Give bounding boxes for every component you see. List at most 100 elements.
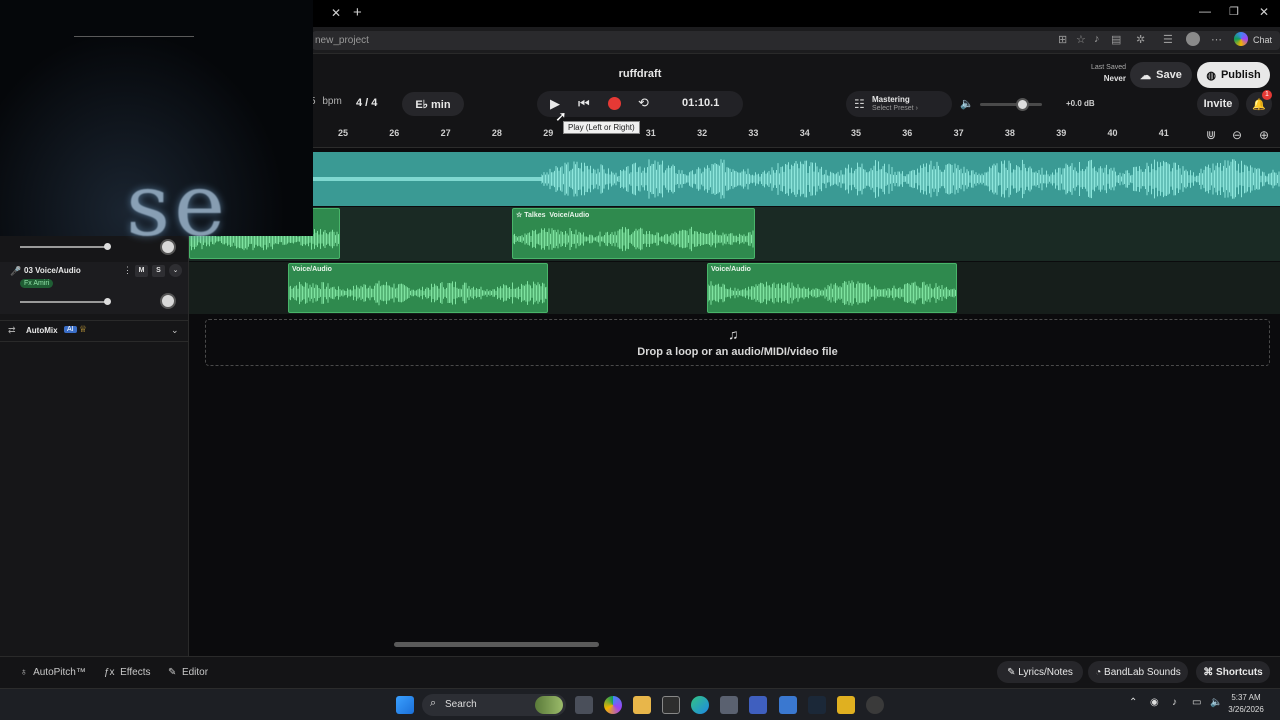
master-volume-slider[interactable] — [980, 98, 1042, 111]
app-icon[interactable]: ⊞ — [1058, 33, 1067, 46]
more-icon[interactable]: ⋯ — [1211, 33, 1222, 46]
shortcuts-button[interactable]: ⌘ Shortcuts — [1196, 661, 1270, 683]
url-field[interactable]: new_project — [312, 31, 1280, 50]
task-view-icon[interactable] — [575, 696, 593, 714]
app-icon[interactable] — [662, 696, 680, 714]
edge-icon[interactable] — [691, 696, 709, 714]
drop-zone-text: Drop a loop or an audio/MIDI/video file — [637, 346, 838, 358]
bottom-toolbar: ♁ AutoPitch™ ƒx Effects ✎ Editor ✎ Lyric… — [0, 656, 1280, 688]
skip-back-button[interactable]: ⏮ — [578, 96, 590, 112]
new-tab-icon[interactable]: + — [353, 4, 362, 21]
fx-badge[interactable]: Fx Amiri — [20, 279, 54, 288]
ruler-bar-number: 37 — [953, 128, 964, 138]
record-button[interactable] — [608, 97, 621, 110]
track-menu-icon[interactable]: ⋮ — [123, 265, 132, 276]
speaker-icon[interactable]: 🔈 — [1210, 697, 1222, 708]
effects-button[interactable]: ƒx Effects — [104, 667, 151, 678]
timeline-ruler[interactable]: 25 26 27 28 29 31 32 33 34 35 36 37 38 39 40 41 ⋓ ⊖ ⊕ — [313, 124, 1280, 148]
clip-label: Voice/Audio — [292, 266, 332, 273]
taskbar-search[interactable]: ⌕ Search — [422, 694, 566, 716]
ruler-bar-number: 36 — [902, 128, 913, 138]
bandlab-sounds-button[interactable]: ◔ BandLab Sounds — [1088, 661, 1188, 683]
track-header-03[interactable]: 🎤 03 Voice/Audio ⋮ M S ⌄ Fx Amiri — [0, 262, 188, 314]
autopitch-icon: ♁ — [20, 667, 28, 678]
chevron-down-icon[interactable]: ⌄ — [169, 264, 182, 277]
copilot-taskbar-icon[interactable] — [604, 696, 622, 714]
file-explorer-icon[interactable] — [633, 696, 651, 714]
chevron-down-icon[interactable]: ⌄ — [171, 325, 179, 336]
store-icon[interactable] — [720, 696, 738, 714]
windows-start-icon[interactable] — [396, 696, 414, 714]
tray-app-icon[interactable]: ◉ — [1150, 697, 1159, 708]
autopitch-button[interactable]: ♁ AutoPitch™ — [20, 667, 86, 678]
app-icon[interactable] — [749, 696, 767, 714]
pan-knob[interactable] — [160, 293, 176, 309]
clip-label: Voice/Audio — [549, 212, 590, 219]
track-lane-1-audio[interactable] — [313, 152, 1280, 206]
bandlab-sounds-label: BandLab Sounds — [1104, 666, 1181, 678]
clock-date[interactable]: 3/26/2026 — [1226, 705, 1266, 714]
search-label: Search — [445, 699, 477, 710]
volume-db: +0.0 dB — [1066, 99, 1095, 108]
clip-waveform — [708, 280, 956, 306]
clock-time[interactable]: 5:37 AM — [1226, 693, 1266, 702]
profile-avatar[interactable] — [1186, 32, 1200, 46]
fx-icon: ƒx — [104, 667, 115, 678]
copilot-icon[interactable] — [1234, 32, 1248, 46]
extensions-icon[interactable]: ✲ — [1136, 33, 1145, 46]
mail-icon[interactable] — [779, 696, 797, 714]
windows-taskbar: ⌕ Search ⌃ ◉ ♪ ▭ 🔈 5:37 AM 3/26/2026 — [0, 688, 1280, 720]
horizontal-scrollbar[interactable] — [394, 642, 599, 647]
loop-button[interactable]: ⟲ — [638, 95, 649, 111]
tempo-display[interactable]: 5 bpm — [310, 96, 342, 107]
volume-thumb[interactable] — [1016, 98, 1029, 111]
close-tab-icon[interactable]: ✕ — [331, 6, 341, 20]
speaker-mute-icon[interactable]: 🔈 — [960, 97, 974, 110]
favorites-icon[interactable]: ☰ — [1163, 33, 1173, 46]
save-button[interactable]: ☁ Save — [1130, 62, 1192, 88]
audio-clip[interactable]: Voice/Audio — [288, 263, 548, 313]
solo-button[interactable]: S — [152, 265, 165, 277]
snap-magnet-icon[interactable]: ⋓ — [1206, 128, 1216, 142]
takes-clip[interactable]: ☆ Talkes Voice/Audio — [512, 208, 755, 259]
tray-mic-icon[interactable]: ♪ — [1172, 697, 1177, 708]
track-volume-thumb[interactable] — [104, 298, 111, 305]
display-icon[interactable]: ▭ — [1192, 697, 1201, 708]
lyrics-notes-button[interactable]: ✎ Lyrics/Notes — [997, 661, 1083, 683]
track-name[interactable]: 03 Voice/Audio — [24, 266, 81, 275]
ruler-bar-number: 38 — [1004, 128, 1015, 138]
zoom-in-icon[interactable]: ⊕ — [1259, 128, 1269, 142]
timecode-display[interactable]: 01:10.1 — [682, 97, 719, 109]
invite-button[interactable]: Invite — [1197, 92, 1239, 116]
drop-zone[interactable]: ♫ Drop a loop or an audio/MIDI/video fil… — [205, 319, 1270, 366]
app-icon[interactable] — [837, 696, 855, 714]
video-overlay-window[interactable]: se — [0, 0, 313, 256]
mic-icon[interactable]: ♪ — [1094, 33, 1100, 45]
notification-badge: 1 — [1262, 90, 1272, 100]
key-selector[interactable]: E♭ min — [402, 92, 464, 116]
automix-row[interactable]: ⇄ AutoMix AI ♕ ⌄ — [0, 320, 188, 342]
track-volume-thumb[interactable] — [104, 243, 111, 250]
mastering-button[interactable]: ☷ Mastering Select Preset › — [846, 91, 952, 117]
zoom-out-icon[interactable]: ⊖ — [1232, 128, 1242, 142]
editor-button[interactable]: ✎ Editor — [168, 667, 208, 678]
track-volume-slider[interactable] — [20, 298, 111, 305]
track-volume-slider[interactable] — [20, 243, 111, 250]
publish-button[interactable]: ◍ Publish — [1197, 62, 1270, 88]
publish-label: Publish — [1220, 69, 1261, 81]
ruler-bar-number: 27 — [440, 128, 451, 138]
chat-label[interactable]: Chat — [1253, 35, 1272, 45]
mute-button[interactable]: M — [135, 265, 148, 277]
restore-icon[interactable]: ❐ — [1229, 5, 1239, 18]
pencil-icon: ✎ — [1007, 666, 1016, 678]
minimize-icon[interactable]: — — [1199, 4, 1211, 18]
steam-icon[interactable] — [808, 696, 826, 714]
time-signature[interactable]: 4 / 4 — [356, 97, 377, 109]
chevron-up-icon[interactable]: ⌃ — [1129, 697, 1137, 708]
search-icon: ⌕ — [430, 697, 437, 709]
favorite-icon[interactable]: ☆ — [1076, 33, 1086, 46]
app-icon[interactable] — [866, 696, 884, 714]
audio-clip[interactable]: Voice/Audio — [707, 263, 957, 313]
reader-icon[interactable]: ▤ — [1111, 33, 1121, 46]
window-close-icon[interactable]: ✕ — [1259, 5, 1269, 19]
